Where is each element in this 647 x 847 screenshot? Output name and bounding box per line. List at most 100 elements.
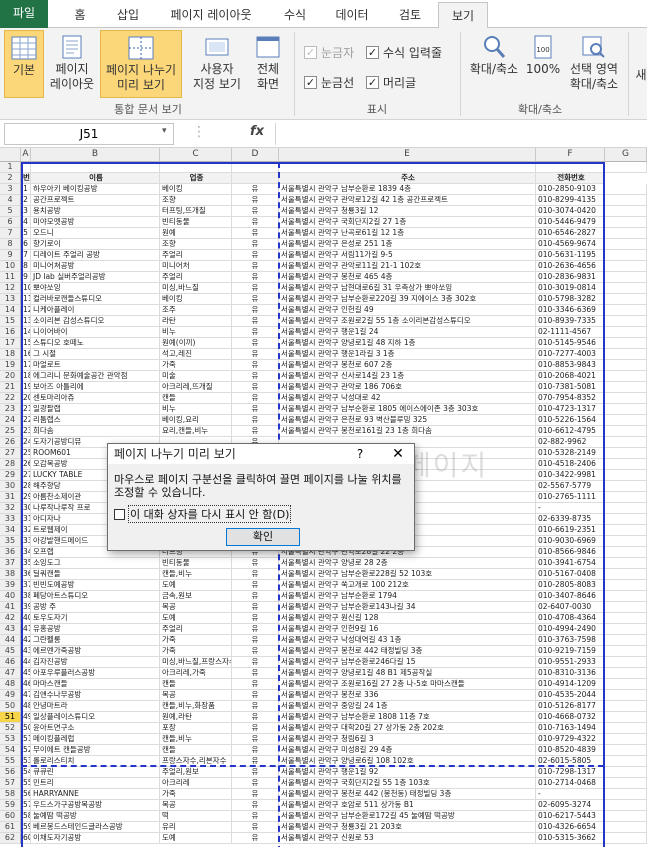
table-cell[interactable]: 센토마리아쥬	[31, 393, 160, 404]
table-cell[interactable]: 원예,라탄	[160, 712, 232, 723]
tab-data[interactable]: 데이터	[326, 2, 378, 28]
zoom-to-selection-button[interactable]: 선택 영역 확대/축소	[564, 30, 624, 98]
cell[interactable]	[605, 767, 647, 778]
table-cell[interactable]: 010-9729-4322	[536, 734, 605, 745]
table-cell[interactable]: 010-2714-0468	[536, 778, 605, 789]
table-cell[interactable]: HARRYANNE	[31, 789, 160, 800]
row-header[interactable]: 6	[0, 217, 21, 228]
table-cell[interactable]: 유	[232, 360, 279, 371]
table-cell[interactable]: 주얼리,원보	[160, 767, 232, 778]
cell[interactable]	[605, 382, 647, 393]
table-cell[interactable]: 서울특별시 관악구 남부순환로 1805 에이스에이존 3층 303호	[279, 404, 536, 415]
row-header[interactable]: 59	[0, 800, 21, 811]
table-cell[interactable]: 가죽	[160, 635, 232, 646]
row-header[interactable]: 8	[0, 239, 21, 250]
table-cell[interactable]: 빈빈도예공방	[31, 580, 160, 591]
table-cell[interactable]: 비누	[160, 327, 232, 338]
ruler-checkbox[interactable]: ✓ 눈금자	[304, 44, 354, 61]
table-cell[interactable]: JD lab 실버주얼리공방	[31, 272, 160, 283]
table-cell[interactable]: 캔들,비누	[160, 734, 232, 745]
table-cell[interactable]: 유	[232, 305, 279, 316]
table-cell[interactable]: 토우도자기	[31, 613, 160, 624]
table-cell[interactable]: 포장	[160, 723, 232, 734]
row-header[interactable]: 42	[0, 613, 21, 624]
table-cell[interactable]: 서울특별시 관악구 중앙길 24 1층	[279, 701, 536, 712]
table-cell[interactable]: -	[536, 789, 605, 800]
table-cell[interactable]: 유	[232, 833, 279, 844]
gridlines-checkbox[interactable]: ✓ 눈금선	[304, 74, 354, 91]
table-cell[interactable]: 서울특별시 관악구 대학20길 27 상가동 2층 202호	[279, 723, 536, 734]
table-cell[interactable]: 서울특별시 관악구 남부순환로228길 52 103호	[279, 569, 536, 580]
row-header[interactable]: 38	[0, 569, 21, 580]
cell[interactable]	[605, 789, 647, 800]
cell[interactable]	[605, 602, 647, 613]
table-cell[interactable]: 서울특별시 관악구 남부순환로 1839 4층	[279, 184, 536, 195]
table-cell[interactable]: 목공	[160, 602, 232, 613]
table-cell[interactable]: 김자진공방	[31, 657, 160, 668]
table-cell[interactable]: 서울특별시 관악구 난곡로61길 12 1층	[279, 228, 536, 239]
table-cell[interactable]: 김앤수나무공방	[31, 690, 160, 701]
row-header[interactable]: 22	[0, 393, 21, 404]
table-cell[interactable]: 서울특별시 관악구 행운1길 24	[279, 327, 536, 338]
table-cell[interactable]: 희다솜	[31, 426, 160, 437]
header-cell[interactable]: 이름	[31, 173, 160, 184]
table-cell[interactable]: 조주	[160, 305, 232, 316]
table-cell[interactable]: 유	[232, 602, 279, 613]
table-cell[interactable]: 조향	[160, 239, 232, 250]
table-cell[interactable]: 서울특별시 관악구 관악로 186 706호	[279, 382, 536, 393]
table-cell[interactable]: 010-2636-4656	[536, 261, 605, 272]
row-header[interactable]: 46	[0, 657, 21, 668]
table-cell[interactable]: 010-3019-0814	[536, 283, 605, 294]
table-cell[interactable]: 아포우루플러스공방	[31, 668, 160, 679]
cell[interactable]	[605, 228, 647, 239]
table-cell[interactable]: 010-5446-9479	[536, 217, 605, 228]
cell[interactable]	[605, 679, 647, 690]
table-cell[interactable]: 서울특별시 관악구 인헌9길 16	[279, 624, 536, 635]
table-cell[interactable]: 우드스가구공방목공방	[31, 800, 160, 811]
table-cell[interactable]: 010-8566-9846	[536, 547, 605, 558]
table-cell[interactable]: 미니어처	[160, 261, 232, 272]
table-cell[interactable]: 서울특별시 관악구 양녕로 28 2층	[279, 558, 536, 569]
column-header-g[interactable]: G	[605, 148, 647, 162]
cell[interactable]	[605, 569, 647, 580]
cell[interactable]	[605, 646, 647, 657]
table-cell[interactable]: 오드니	[31, 228, 160, 239]
row-header[interactable]: 23	[0, 404, 21, 415]
cell[interactable]	[605, 701, 647, 712]
table-cell[interactable]: 베르봉드스테인드글라스공방	[31, 822, 160, 833]
table-cell[interactable]: 010-9219-7159	[536, 646, 605, 657]
table-cell[interactable]: 유	[232, 404, 279, 415]
table-cell[interactable]: 민트리	[31, 778, 160, 789]
table-cell[interactable]: 서울특별시 관악구 남부순환로246다길 15	[279, 657, 536, 668]
row-header[interactable]: 4	[0, 195, 21, 206]
table-cell[interactable]: 서울특별시 관악구 관악로12길 42 1층 공간프로젝트	[279, 195, 536, 206]
cell[interactable]	[605, 470, 647, 481]
table-cell[interactable]: 서울특별시 관악구 국회단지2길 55 1층 103호	[279, 778, 536, 789]
table-cell[interactable]: 보아즈 아틀리에	[31, 382, 160, 393]
cell[interactable]	[605, 217, 647, 228]
cell[interactable]	[605, 206, 647, 217]
table-cell[interactable]: 010-8299-4135	[536, 195, 605, 206]
table-cell[interactable]: 서울특별시 관악구 호암로 511 상가동 B1	[279, 800, 536, 811]
cell[interactable]	[605, 756, 647, 767]
table-cell[interactable]: 010-2765-1111	[536, 492, 605, 503]
tab-home[interactable]: 홈	[62, 2, 98, 28]
table-cell[interactable]: 하우아키 베이킹공방	[31, 184, 160, 195]
cell[interactable]	[605, 811, 647, 822]
table-cell[interactable]: 미야모멧공방	[31, 217, 160, 228]
table-cell[interactable]: 미니어쳐공방	[31, 261, 160, 272]
table-cell[interactable]: 주얼리	[160, 624, 232, 635]
table-cell[interactable]: 윤아트면구소	[31, 723, 160, 734]
table-cell[interactable]: 010-3346-6369	[536, 305, 605, 316]
table-cell[interactable]: 베이킹	[160, 184, 232, 195]
table-cell[interactable]: 010-4518-2406	[536, 459, 605, 470]
table-cell[interactable]: 유	[232, 745, 279, 756]
cell[interactable]	[605, 184, 647, 195]
table-cell[interactable]: 010-3074-0420	[536, 206, 605, 217]
table-cell[interactable]: 니이어바이	[31, 327, 160, 338]
table-cell[interactable]: 010-5315-3662	[536, 833, 605, 844]
table-cell[interactable]: 010-3763-7598	[536, 635, 605, 646]
full-screen-button[interactable]: 전체 화면	[248, 30, 288, 98]
row-header[interactable]: 19	[0, 360, 21, 371]
cell[interactable]	[605, 492, 647, 503]
